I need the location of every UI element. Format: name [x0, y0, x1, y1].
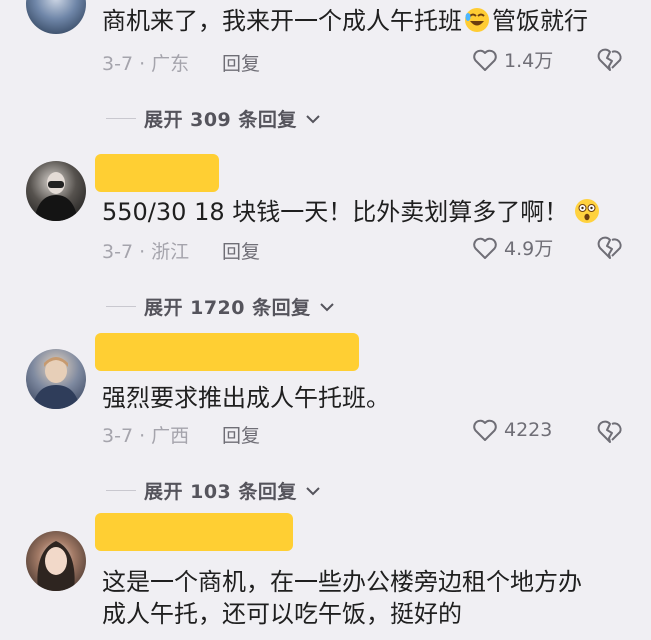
shocked-emoji: [574, 198, 600, 224]
avatar[interactable]: [26, 531, 86, 591]
chevron-down-icon: [306, 114, 320, 123]
reply-button[interactable]: 回复: [222, 49, 260, 76]
like-button[interactable]: 1.4万: [472, 46, 553, 73]
comment-text-line-1: 这是一个商机，在一些办公楼旁边租个地方办: [102, 568, 582, 596]
divider-line: [106, 306, 136, 307]
comment-text-part: 商机来了，我来开一个成人午托班: [102, 7, 462, 35]
expand-replies[interactable]: 展开 309 条回复: [106, 105, 321, 132]
comment-meta: 3-7 · 广西: [102, 425, 190, 447]
heart-icon: [473, 49, 497, 71]
reply-button[interactable]: 回复: [222, 237, 260, 264]
broken-heart-icon: [597, 420, 622, 443]
like-count: 4.9万: [504, 238, 554, 260]
comment-text-line-2: 成人午托，还可以吃午饭，挺好的: [102, 600, 462, 628]
dislike-button[interactable]: [596, 47, 624, 77]
comment-text-part: 550/30 18 块钱一天！比外卖划算多了啊！: [102, 198, 569, 226]
expand-replies-label: 展开 309 条回复: [144, 109, 297, 131]
comment-text: 商机来了，我来开一个成人午托班 管饭就行: [102, 6, 588, 37]
comment-meta: 3-7 · 广东: [102, 53, 190, 75]
chevron-down-icon: [319, 302, 334, 311]
reply-button[interactable]: 回复: [222, 421, 260, 448]
divider-line: [106, 490, 136, 491]
heart-icon: [473, 237, 497, 259]
like-button[interactable]: 4.9万: [472, 234, 553, 261]
expand-replies[interactable]: 展开 1720 条回复: [106, 293, 335, 320]
expand-replies-label: 展开 103 条回复: [144, 481, 297, 503]
comment-text-part: 管饭就行: [492, 7, 588, 35]
dislike-button[interactable]: [596, 235, 624, 265]
rolling-laughing-emoji: [464, 7, 490, 33]
comment-text: 550/30 18 块钱一天！比外卖划算多了啊！: [102, 197, 602, 228]
avatar[interactable]: [26, 161, 86, 221]
like-count: 4223: [504, 419, 553, 441]
comment-text: 强烈要求推出成人午托班。: [102, 384, 390, 412]
dislike-button[interactable]: [596, 419, 624, 449]
broken-heart-icon: [597, 48, 622, 71]
like-count: 1.4万: [504, 50, 554, 72]
expand-replies-label: 展开 1720 条回复: [144, 297, 311, 319]
avatar[interactable]: [26, 349, 86, 409]
divider-line: [106, 118, 136, 119]
avatar[interactable]: [26, 0, 86, 34]
comment-meta: 3-7 · 浙江: [102, 241, 190, 263]
chevron-down-icon: [306, 486, 320, 495]
broken-heart-icon: [597, 236, 622, 259]
heart-icon: [473, 419, 497, 441]
username-redacted[interactable]: [95, 154, 219, 192]
like-button[interactable]: 4223: [472, 418, 552, 442]
expand-replies[interactable]: 展开 103 条回复: [106, 477, 321, 504]
username-redacted[interactable]: [95, 513, 293, 551]
username-redacted[interactable]: [95, 333, 359, 371]
